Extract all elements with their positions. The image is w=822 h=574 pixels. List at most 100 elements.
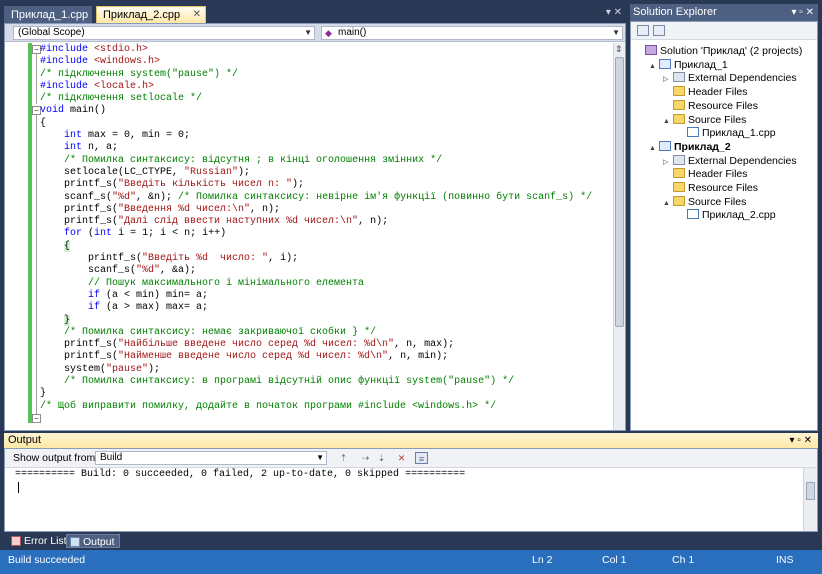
window-menu-icon[interactable]: ▾ ✕	[606, 7, 622, 18]
chevron-down-icon: ▼	[304, 28, 312, 37]
chevron-down-icon: ▼	[316, 453, 324, 462]
code-area[interactable]: − − − #include <stdio.h> #include <window…	[5, 43, 613, 430]
code-token: void	[40, 105, 65, 117]
code-line[interactable]: // Пошук максимального і мінімального ел…	[40, 278, 592, 290]
tree-node[interactable]: Header Files	[663, 85, 748, 99]
code-line[interactable]: printf_s("Найменше введене число серед %…	[40, 351, 592, 363]
code-line[interactable]: }	[40, 314, 592, 327]
tree-node[interactable]: ▷ External Dependencies	[663, 154, 797, 168]
tree-node[interactable]: Resource Files	[663, 99, 758, 113]
output-title-bar: Output ▾ ▫ ✕	[4, 433, 818, 448]
code-token: <locale.h>	[94, 80, 155, 92]
goto-next-icon[interactable]: ⇣	[375, 452, 388, 464]
code-line[interactable]: /* Щоб виправити помилку, додайте в поча…	[40, 401, 592, 413]
code-line[interactable]: /* Помилка синтаксису: відсутня ; в кінц…	[40, 155, 592, 167]
code-line[interactable]: }	[40, 388, 592, 400]
clear-all-icon[interactable]: ✕	[395, 452, 408, 464]
code-line[interactable]: if (a > max) max= a;	[40, 302, 592, 314]
tree-node-label: Приклад_2	[674, 140, 731, 153]
code-token: );	[238, 166, 251, 178]
code-token: , n);	[250, 203, 281, 215]
tree-node[interactable]: ▲ Source Files	[663, 113, 746, 127]
code-line[interactable]: #include <locale.h>	[40, 81, 592, 93]
expander-icon[interactable]: ▲	[663, 197, 673, 211]
code-line[interactable]: printf_s("Введення %d чисел:\n", n);	[40, 204, 592, 216]
code-line[interactable]: printf_s("Введіть %d число: ", i);	[40, 253, 592, 265]
tree-node[interactable]: ▷ External Dependencies	[663, 71, 797, 85]
properties-icon[interactable]	[637, 25, 649, 36]
function-combo[interactable]: ◆ main() ▼	[321, 26, 623, 40]
scope-combo[interactable]: (Global Scope) ▼	[13, 26, 315, 40]
code-line[interactable]: for (int i = 1; i < n; i++)	[40, 228, 592, 240]
expander-icon[interactable]: ▲	[649, 142, 659, 156]
tree-node[interactable]: ▲ Приклад_2	[649, 140, 731, 154]
tree-node[interactable]: Solution 'Приклад' (2 projects)	[635, 44, 802, 58]
expander-icon[interactable]: ▲	[649, 60, 659, 74]
collapse-icon[interactable]: −	[32, 414, 41, 423]
tree-node-label: Header Files	[688, 168, 748, 181]
split-handle-icon[interactable]: ⇕	[615, 44, 623, 55]
code-token: // Пошук максимального і мінімального ел…	[88, 277, 365, 289]
code-token: "Введення %d чисел:\n"	[118, 203, 251, 215]
show-all-files-icon[interactable]	[653, 25, 665, 36]
code-line[interactable]: {	[40, 240, 592, 253]
code-line[interactable]: /* підключення system("pause") */	[40, 69, 592, 81]
code-line[interactable]: int n, a;	[40, 142, 592, 154]
tree-node-label: Приклад_1.cpp	[702, 127, 776, 140]
show-output-combo[interactable]: Build ▼	[95, 451, 327, 465]
tree-node[interactable]: Header Files	[663, 167, 748, 181]
code-line[interactable]: /* Помилка синтаксису: в програмі відсут…	[40, 376, 592, 388]
tab-prykl2-cpp[interactable]: Приклад_2.cpp ✕	[96, 6, 206, 23]
code-line[interactable]: printf_s("Введіть кількість чисел n: ");	[40, 179, 592, 191]
tab-prykl1-cpp[interactable]: Приклад_1.cpp	[4, 6, 92, 23]
code-line[interactable]: if (a < min) min= a;	[40, 290, 592, 302]
status-insert-mode: INS	[776, 554, 794, 566]
code-token: "Введіть кількість чисел n: "	[118, 179, 293, 191]
word-wrap-icon[interactable]: ≡	[415, 452, 428, 464]
folder-icon	[673, 182, 685, 192]
tree-node[interactable]: Приклад_2.cpp	[677, 208, 776, 222]
code-line[interactable]: system("pause");	[40, 364, 592, 376]
status-message: Build succeeded	[8, 554, 86, 566]
close-icon[interactable]: ✕	[193, 7, 201, 23]
tab-error-list[interactable]: Error List	[8, 534, 71, 548]
output-toolbar: Show output from: Build ▼ ⇡ ⇢ ⇣ ✕ ≡	[5, 449, 817, 468]
tab-output[interactable]: Output	[66, 534, 120, 548]
pane-buttons-icon[interactable]: ▾ ▫ ✕	[792, 4, 815, 21]
code-line[interactable]: #include <stdio.h>	[40, 44, 592, 56]
code-line[interactable]: /* підключення setlocale */	[40, 93, 592, 105]
code-line[interactable]: #include <windows.h>	[40, 56, 592, 68]
output-vertical-scrollbar[interactable]	[803, 468, 817, 531]
expander-icon[interactable]: ▲	[663, 115, 673, 129]
code-line[interactable]: void main()	[40, 105, 592, 117]
code-line[interactable]: scanf_s("%d", &a);	[40, 265, 592, 277]
goto-previous-icon[interactable]: ⇡	[337, 452, 350, 464]
code-line[interactable]: printf_s("Далі слід ввести наступних %d …	[40, 216, 592, 228]
tree-node[interactable]: Resource Files	[663, 181, 758, 195]
source-code: #include <stdio.h> #include <windows.h>/*…	[40, 44, 592, 413]
code-line[interactable]: setlocale(LC_CTYPE, "Russian");	[40, 167, 592, 179]
code-line[interactable]: scanf_s("%d", &n); /* Помилка синтаксису…	[40, 192, 592, 204]
code-token: #include	[40, 44, 95, 55]
code-line[interactable]: /* Помилка синтаксису: немає закриваючої…	[40, 327, 592, 339]
tree-node[interactable]: ▲ Приклад_1	[649, 58, 728, 72]
scrollbar-thumb[interactable]	[615, 57, 624, 327]
code-line[interactable]: printf_s("Найбільше введене число серед …	[40, 339, 592, 351]
code-token: );	[292, 179, 305, 191]
code-line[interactable]: {	[40, 118, 592, 130]
code-token: /* Помилка синтаксису: в програмі відсут…	[64, 376, 515, 388]
code-token: }	[40, 388, 47, 400]
code-line[interactable]: int max = 0, min = 0;	[40, 130, 592, 142]
pane-buttons-icon[interactable]: ▾ ▫ ✕	[790, 433, 813, 448]
code-token: printf_s(	[40, 253, 143, 265]
solution-explorer-title: Solution Explorer	[633, 6, 717, 18]
editor-vertical-scrollbar[interactable]: ⇕	[613, 43, 625, 430]
code-token: , n);	[358, 216, 389, 228]
find-message-icon[interactable]: ⇢	[359, 452, 372, 464]
tree-node[interactable]: Приклад_1.cpp	[677, 126, 776, 140]
tree-node[interactable]: ▲ Source Files	[663, 195, 746, 209]
scrollbar-thumb[interactable]	[806, 482, 815, 500]
